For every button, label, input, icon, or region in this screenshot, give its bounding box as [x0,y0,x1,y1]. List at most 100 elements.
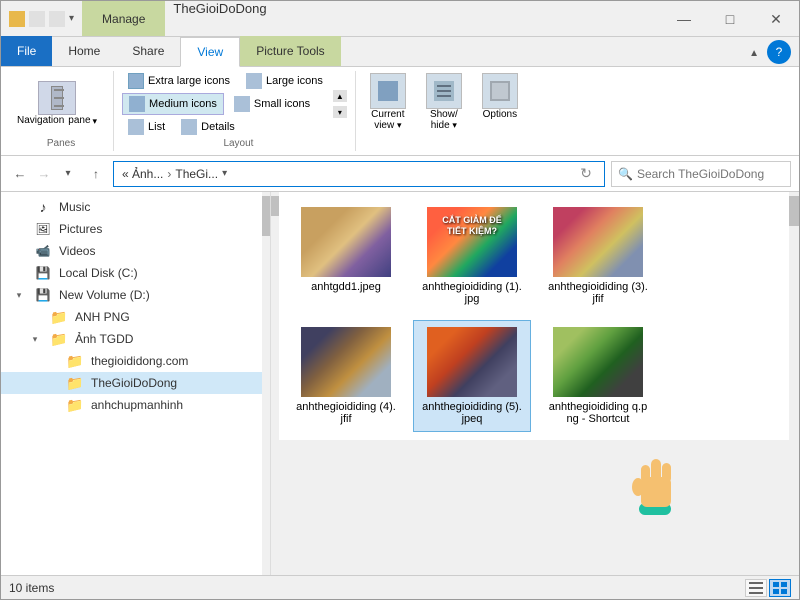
videos-expand-icon [13,245,25,257]
tab-file[interactable]: File [1,36,52,66]
large-icons-btn[interactable]: Large icons [240,71,329,91]
layout-scroll-up[interactable]: ▲ [333,90,347,102]
close-button[interactable]: ✕ [753,1,799,37]
undo-icon[interactable] [29,11,45,27]
path-dropdown-icon[interactable]: ▾ [222,168,227,179]
address-path[interactable]: « Ảnh... › TheGi... ▾ ↻ [113,161,605,187]
local-disk-icon: 💾 [35,265,51,281]
tab-picture-tools[interactable]: Picture Tools [240,36,340,66]
window-title: TheGioiDoDong [173,1,266,36]
current-view-btn[interactable]: Current view ▾ [364,71,412,133]
nav-pane-button[interactable]: Navigation pane ▾ [9,77,105,131]
file-item-3[interactable]: anhthegioididing (4).jfif [287,320,405,432]
thegioididong-selected-expand-icon [45,377,57,389]
layout-scroll-down[interactable]: ▾ [333,106,347,118]
large-icons-icon [246,73,262,89]
sidebar-item-anh-tgdd[interactable]: ▾ 📁 Ảnh TGDD [1,328,270,350]
show-hide-btn[interactable]: Show/ hide ▾ [420,71,468,133]
small-icons-icon [234,96,250,112]
details-btn[interactable]: Details [175,117,241,137]
sidebar-item-thegioididong[interactable]: 📁 thegioididong.com [1,350,270,372]
file-item-0[interactable]: anhtgdd1.jpeg [287,200,405,312]
tab-home[interactable]: Home [52,36,116,66]
refresh-icon[interactable]: ↻ [576,164,596,184]
sidebar-item-new-volume[interactable]: ▾ 💾 New Volume (D:) [1,284,270,306]
redo-icon[interactable] [49,11,65,27]
medium-icons-btn[interactable]: Medium icons [122,93,224,115]
sidebar-label-pictures: Pictures [59,222,102,236]
file-left-scroll-thumb[interactable] [271,196,279,216]
options-icon [482,73,518,109]
file-area-scrollbar[interactable] [789,192,799,575]
nav-arrows: ← → ▾ [9,163,79,185]
file-item-1[interactable]: CẮT GIẢM ĐỂTIẾT KIỆM? anhthegioididing (… [413,200,531,312]
sidebar-item-anh-png[interactable]: 📁 ANH PNG [1,306,270,328]
status-item-count: 10 items [9,581,54,595]
file-item-2[interactable]: anhthegioididing (3).jfif [539,200,657,312]
sidebar-item-videos[interactable]: 📹 Videos [1,240,270,262]
nav-pane-dropdown-icon: ▾ [93,116,98,127]
search-input[interactable] [637,167,784,181]
sidebar-item-thegioididong-selected[interactable]: 📁 TheGioiDoDong [1,372,270,394]
minimize-button[interactable]: — [661,1,707,37]
file-thumb-4 [427,327,517,397]
status-view-grid-btn[interactable] [769,579,791,597]
anh-png-expand-icon [29,311,41,323]
thegioididong-folder-icon: 📁 [67,375,83,391]
thegioididong-com-icon: 📁 [67,353,83,369]
sidebar-item-local-disk[interactable]: 💾 Local Disk (C:) [1,262,270,284]
show-hide-icon [426,73,462,109]
pictures-icon: 🖼 [35,221,51,237]
tab-view[interactable]: View [180,37,240,67]
file-thumb-1: CẮT GIẢM ĐỂTIẾT KIỆM? [427,207,517,277]
status-bar: 10 items [1,575,799,599]
status-view-list-btn[interactable] [745,579,767,597]
sidebar-scrollbar[interactable] [262,192,270,575]
dropdown-icon[interactable]: ▾ [69,13,74,24]
sidebar-item-pictures[interactable]: 🖼 Pictures [1,218,270,240]
pictures-expand-icon [13,223,25,235]
list-btn[interactable]: List [122,117,171,137]
search-box[interactable]: 🔍 [611,161,791,187]
anhchupmanhinh-icon: 📁 [67,397,83,413]
file-scroll-thumb[interactable] [789,196,799,226]
hand-cursor [629,455,689,515]
file-item-4[interactable]: anhthegioididing (5).jpeq [413,320,531,432]
back-button[interactable]: ← [9,163,31,185]
sidebar-scrollbar-thumb[interactable] [262,196,270,236]
layout-row-1: Extra large icons Large icons [122,71,329,91]
status-view-buttons [745,579,791,597]
title-bar-left: ▾ [1,1,82,36]
quick-access-icon [9,11,25,27]
file-item-5[interactable]: anhthegioididing q.png - Shortcut [539,320,657,432]
ribbon-expand-icon[interactable]: ▲ [749,48,759,59]
title-bar: ▾ Manage TheGioiDoDong — □ ✕ [1,1,799,37]
sidebar-item-music[interactable]: ♪ Music [1,196,270,218]
layout-scroll: ▲ ▾ [333,71,347,137]
file-name-1: anhthegioididing (1).jpg [422,281,522,305]
anh-png-icon: 📁 [51,309,67,325]
file-grid: anhtgdd1.jpeg CẮT GIẢM ĐỂTIẾT KIỆM? anht… [287,200,783,432]
main-content: ♪ Music 🖼 Pictures 📹 Videos 💾 Local Disk… [1,192,799,575]
tab-share[interactable]: Share [116,36,180,66]
show-hide-label: Show/ hide ▾ [430,109,458,131]
file-thumb-2 [553,207,643,277]
file-area-left-scrollbar [271,192,279,575]
options-btn[interactable]: Options [476,71,524,122]
small-icons-btn[interactable]: Small icons [228,94,316,114]
sidebar-label-thegioididong-selected: TheGioiDoDong [91,376,177,390]
maximize-button[interactable]: □ [707,1,753,37]
current-view-label: Current view ▾ [371,109,404,131]
sidebar-label-anhchupmanhinh: anhchupmanhinh [91,398,183,412]
manage-tab[interactable]: Manage [82,1,165,36]
layout-items: Extra large icons Large icons Medium ico… [122,71,347,137]
sidebar-item-anhchupmanhinh[interactable]: 📁 anhchupmanhinh [1,394,270,416]
forward-button[interactable]: → [33,163,55,185]
dropdown-recent-button[interactable]: ▾ [57,163,79,185]
details-icon [181,119,197,135]
up-button[interactable]: ↑ [85,163,107,185]
extra-large-icons-btn[interactable]: Extra large icons [122,71,236,91]
local-disk-expand-icon [13,267,25,279]
layout-inner: Extra large icons Large icons Medium ico… [122,71,347,137]
help-button[interactable]: ? [767,40,791,64]
